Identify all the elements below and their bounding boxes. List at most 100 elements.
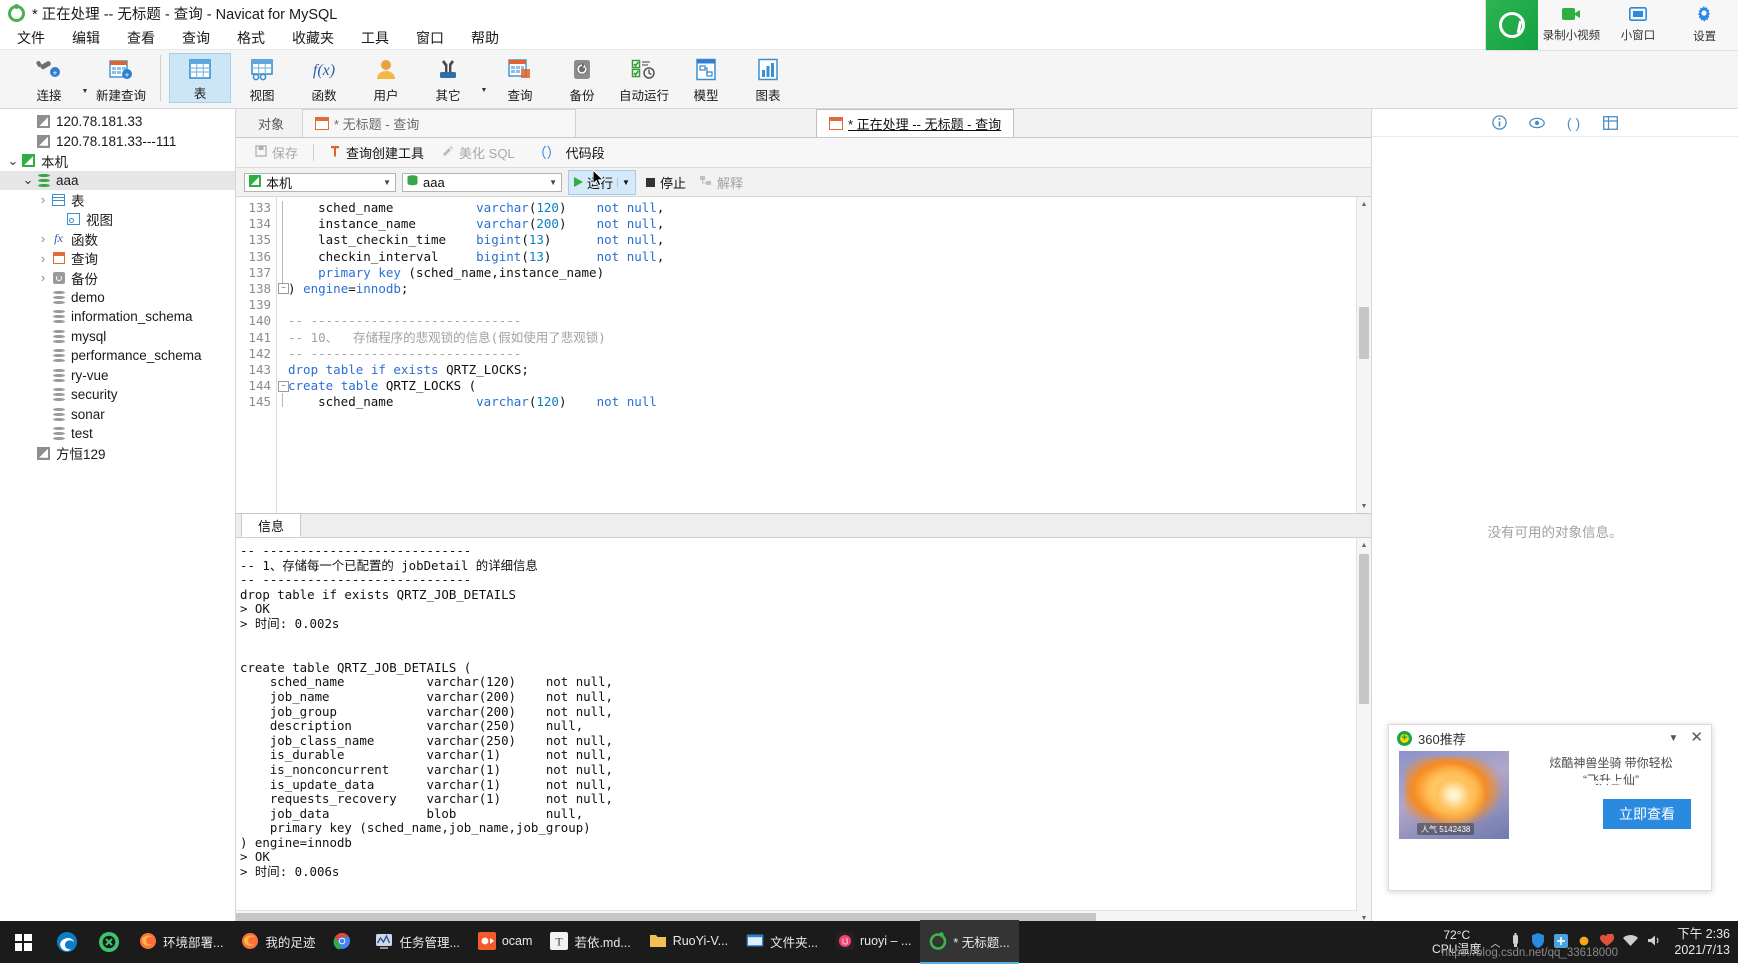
menu-item-6[interactable]: 工具 [358, 27, 392, 49]
ribbon-button-function[interactable]: f(x) 函数 [293, 53, 355, 106]
tree-node[interactable]: demo [0, 288, 235, 308]
360-browser-icon[interactable] [88, 921, 130, 963]
taskbar-task[interactable]: T 若依.md... [541, 920, 639, 964]
grid-icon[interactable] [1602, 114, 1619, 131]
tree-node[interactable]: ry-vue [0, 366, 235, 386]
scroll-down-icon[interactable]: ▼ [1357, 499, 1371, 513]
chevron-down-icon[interactable]: ▼ [541, 178, 557, 187]
menu-item-5[interactable]: 收藏夹 [289, 27, 337, 49]
editor-vertical-scrollbar[interactable]: ▲ ▼ [1356, 197, 1371, 513]
editor-tab[interactable]: * 无标题 - 查询 [302, 109, 577, 137]
database-select[interactable]: aaa ▼ [402, 172, 562, 192]
tree-node[interactable]: information_schema [0, 307, 235, 327]
fold-toggle[interactable]: − [278, 381, 289, 392]
menu-item-7[interactable]: 窗口 [413, 27, 447, 49]
close-icon[interactable]: ✕ [1690, 730, 1703, 745]
ribbon-button-query[interactable]: 查询 [489, 53, 551, 106]
tree-node[interactable]: ⌄ aaa [0, 170, 235, 190]
edge-icon[interactable] [46, 921, 88, 963]
connection-dropdown-caret-icon[interactable]: ▼ [80, 88, 90, 95]
ribbon-button-view[interactable]: 视图 [231, 53, 293, 106]
tree-node[interactable]: › 备份 [0, 268, 235, 288]
tree-node[interactable]: 方恒129 [0, 444, 235, 464]
log-area[interactable]: -- ---------------------------- -- 1、存储每… [236, 538, 1371, 925]
mini-window-button[interactable]: 小窗口 [1605, 7, 1672, 43]
menu-item-1[interactable]: 编辑 [69, 27, 103, 49]
taskbar-task[interactable]: RuoYi-V... [640, 920, 737, 964]
ribbon-button-chart[interactable]: 图表 [737, 53, 799, 106]
chevron-right-icon[interactable]: › [36, 231, 50, 246]
chevron-down-icon[interactable]: ▼ [375, 178, 391, 187]
explain-button[interactable]: 解释 [696, 171, 747, 194]
info-icon[interactable] [1491, 114, 1508, 131]
ribbon-button-automation[interactable]: 自动运行 [613, 53, 675, 106]
ribbon-button-table[interactable]: 表 [169, 53, 231, 103]
code-area[interactable]: sched_name varchar(120) not null, instan… [276, 197, 1371, 513]
chevron-down-icon[interactable]: ▼ [1669, 733, 1679, 744]
tree-node[interactable]: mysql [0, 327, 235, 347]
360-float-toolbar[interactable]: 录制小视频 小窗口 设置 [1485, 0, 1738, 51]
volume-icon[interactable] [1647, 934, 1661, 950]
taskbar-task[interactable]: 我的足迹 [232, 920, 324, 964]
taskbar-task[interactable]: 任务管理... [366, 920, 468, 964]
taskbar-task[interactable]: IJ ruoyi – ... [827, 920, 920, 964]
menu-item-2[interactable]: 查看 [124, 27, 158, 49]
save-button[interactable]: 保存 [246, 141, 307, 164]
ad-cta-button[interactable]: 立即查看 [1603, 799, 1691, 829]
tree-node[interactable]: › fx 函数 [0, 229, 235, 249]
menu-item-8[interactable]: 帮助 [468, 27, 502, 49]
ribbon-button-other-tools[interactable]: 其它 [417, 53, 479, 106]
chevron-right-icon[interactable]: › [36, 192, 50, 207]
code-snippet-button[interactable]: （） 代码段 [524, 141, 614, 165]
other-dropdown-caret-icon[interactable]: ▼ [479, 87, 489, 94]
scrollbar-thumb[interactable] [1359, 307, 1369, 359]
ribbon-button-backup[interactable]: 备份 [551, 53, 613, 106]
tree-node[interactable]: performance_schema [0, 346, 235, 366]
chevron-down-icon[interactable]: ⌄ [6, 153, 20, 169]
tree-node[interactable]: sonar [0, 405, 235, 425]
log-vertical-scrollbar[interactable]: ▲ ▼ [1356, 538, 1371, 925]
record-video-button[interactable]: 录制小视频 [1538, 7, 1605, 43]
network-icon[interactable] [1623, 934, 1639, 950]
menu-item-3[interactable]: 查询 [179, 27, 213, 49]
connection-select[interactable]: 本机 ▼ [244, 172, 396, 192]
tree-node[interactable]: › 查询 [0, 249, 235, 269]
settings-button[interactable]: 设置 [1671, 6, 1738, 44]
tab-info[interactable]: 信息 [241, 513, 302, 537]
beautify-sql-button[interactable]: 美化 SQL [433, 141, 524, 164]
ribbon-button-connection[interactable]: + 连接 [18, 53, 80, 106]
ribbon-button-new-query[interactable]: + 新建查询 [90, 53, 152, 106]
sql-editor[interactable]: 133 134 135 136 137 138 139 140 141 142 143 144 145 … [236, 197, 1371, 514]
taskbar-task[interactable]: * 无标题... [920, 920, 1019, 964]
chevron-right-icon[interactable]: › [36, 270, 50, 285]
360-browser-icon[interactable] [1486, 0, 1538, 50]
windows-start-icon[interactable] [0, 921, 46, 963]
stop-button[interactable]: 停止 [642, 171, 690, 194]
ribbon-button-user[interactable]: 用户 [355, 53, 417, 106]
taskbar-task[interactable]: 环境部署... [130, 920, 232, 964]
scroll-up-icon[interactable]: ▲ [1357, 538, 1371, 552]
taskbar-clock[interactable]: 下午 2:36 2021/7/13 [1670, 926, 1730, 958]
tree-node[interactable]: › 表 [0, 190, 235, 210]
ad-thumbnail[interactable]: 人气 5142438 [1399, 751, 1509, 839]
menu-item-4[interactable]: 格式 [234, 27, 268, 49]
query-builder-button[interactable]: 查询创建工具 [320, 141, 433, 164]
fold-toggle[interactable]: − [278, 283, 289, 294]
tree-node[interactable]: 120.78.181.33 [0, 112, 235, 132]
editor-tab[interactable]: * 正在处理 -- 无标题 - 查询 [816, 109, 1015, 137]
ribbon-button-model[interactable]: 模型 [675, 53, 737, 106]
tree-node[interactable]: test [0, 424, 235, 444]
360-ad-popup[interactable]: 360推荐 ▼ ✕ 人气 5142438 炫酷神兽坐骑 带你轻松 “飞升上仙” … [1388, 724, 1712, 891]
scrollbar-thumb[interactable] [1359, 554, 1369, 704]
eye-icon[interactable] [1528, 114, 1545, 131]
tree-node[interactable]: ⌄ 本机 [0, 151, 235, 171]
chevron-right-icon[interactable]: › [36, 251, 50, 266]
tree-node[interactable]: security [0, 385, 235, 405]
taskbar-task[interactable]: ocam [469, 920, 542, 964]
run-dropdown-caret-icon[interactable]: ▼ [617, 177, 630, 187]
parentheses-icon[interactable]: ( ) [1565, 114, 1582, 131]
tree-node[interactable]: 视图 [0, 210, 235, 230]
tab-objects[interactable]: 对象 [240, 110, 303, 137]
scroll-up-icon[interactable]: ▲ [1357, 197, 1371, 211]
chevron-down-icon[interactable]: ⌄ [21, 172, 35, 188]
